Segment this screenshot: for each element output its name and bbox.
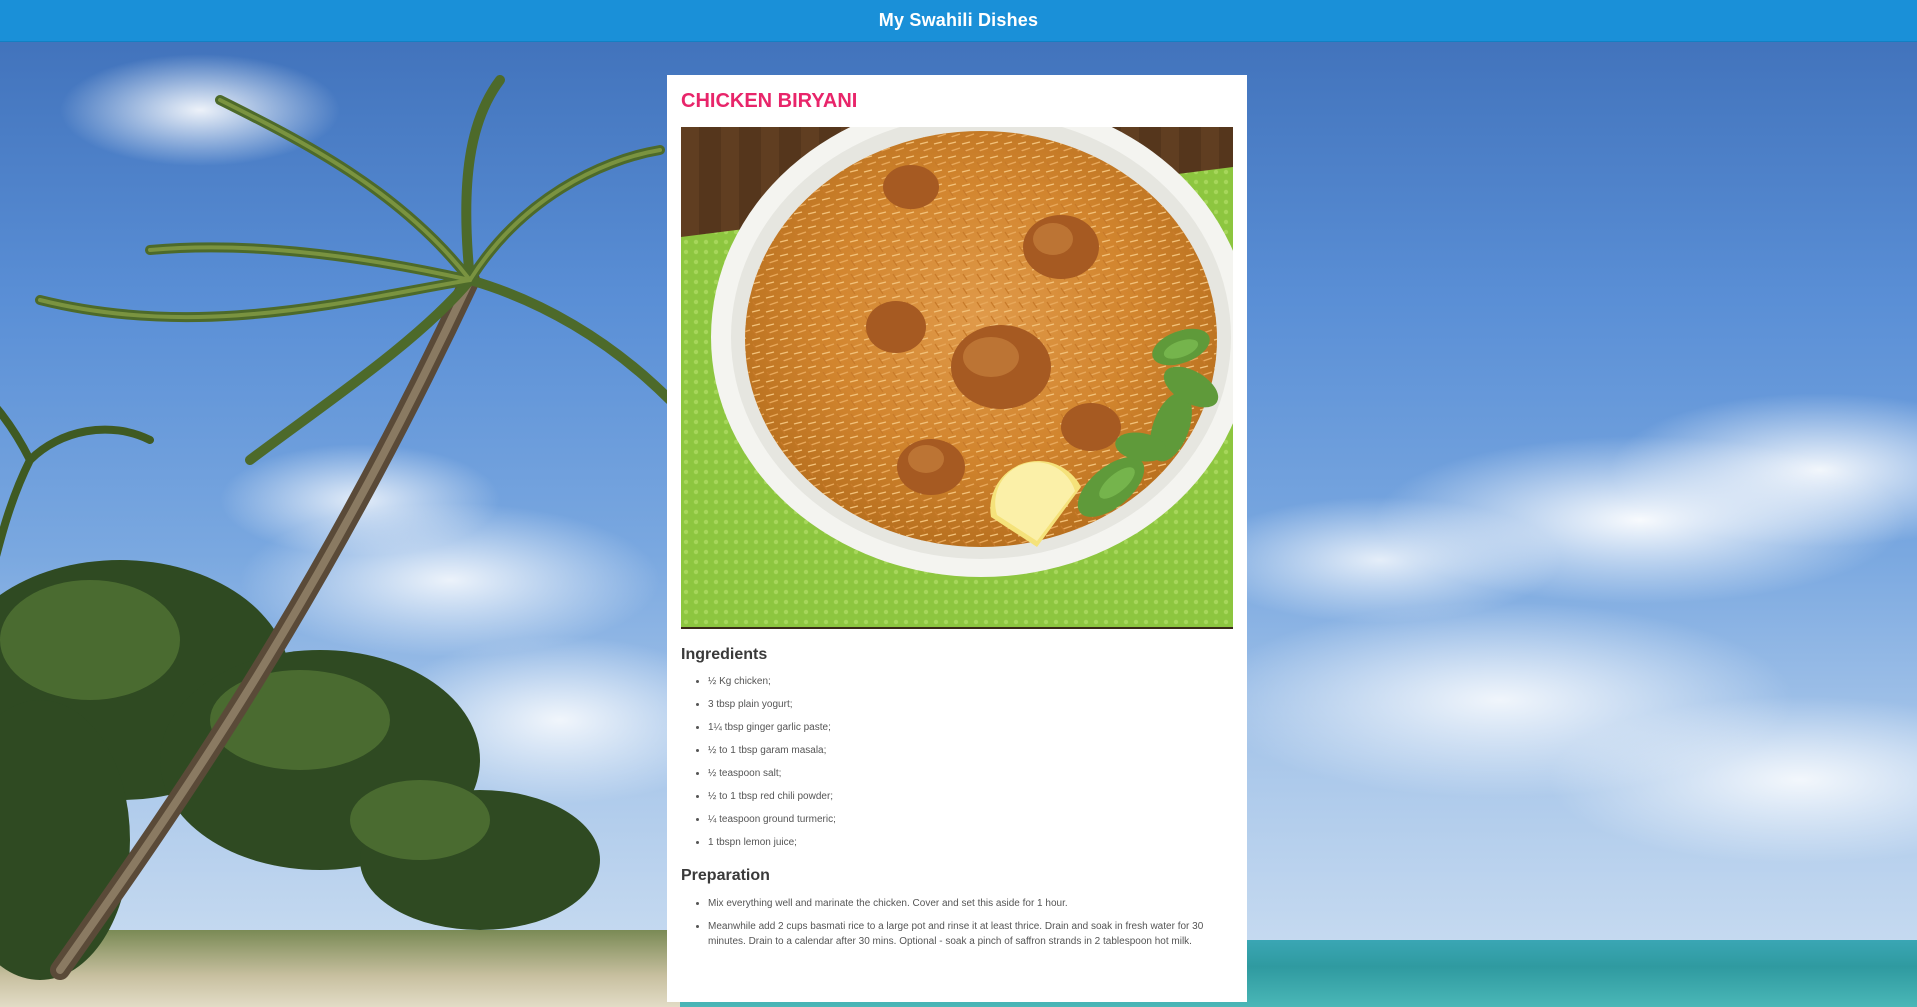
ingredient-item: 1 tbspn lemon juice; [708, 836, 1233, 850]
ingredient-item: 3 tbsp plain yogurt; [708, 698, 1233, 712]
site-title[interactable]: My Swahili Dishes [879, 10, 1038, 31]
ingredients-heading: Ingredients [681, 646, 768, 663]
ingredient-item: ½ to 1 tbsp garam masala; [708, 744, 1233, 758]
recipe-card: CHICKEN BIRYANI Ingredients • ½ Kg chick… [667, 75, 1247, 1002]
background-beach [0, 930, 680, 1007]
app-header: My Swahili Dishes [0, 0, 1917, 42]
preparation-heading: Preparation [681, 867, 770, 884]
biryani-image [681, 127, 1233, 627]
preparation-list: Mix everything well and marinate the chi… [681, 896, 1233, 949]
preparation-step: Meanwhile add 2 cups basmati rice to a l… [708, 919, 1233, 949]
ingredient-item: ½ to 1 tbsp red chili powder; [708, 790, 1233, 804]
ingredient-item: ½ Kg chicken; [708, 675, 1233, 689]
recipe-photo [681, 127, 1233, 629]
ingredient-item: 1¼ tbsp ginger garlic paste; [708, 721, 1233, 735]
ingredient-item: ¼ teaspoon ground turmeric; [708, 813, 1233, 827]
recipe-title: CHICKEN BIRYANI [681, 90, 858, 112]
ingredient-item: ½ teaspoon salt; [708, 767, 1233, 781]
ingredients-list: ½ Kg chicken; 3 tbsp plain yogurt; 1¼ tb… [681, 675, 1233, 850]
preparation-step: Mix everything well and marinate the chi… [708, 896, 1233, 911]
background-palm-trees [0, 75, 675, 980]
